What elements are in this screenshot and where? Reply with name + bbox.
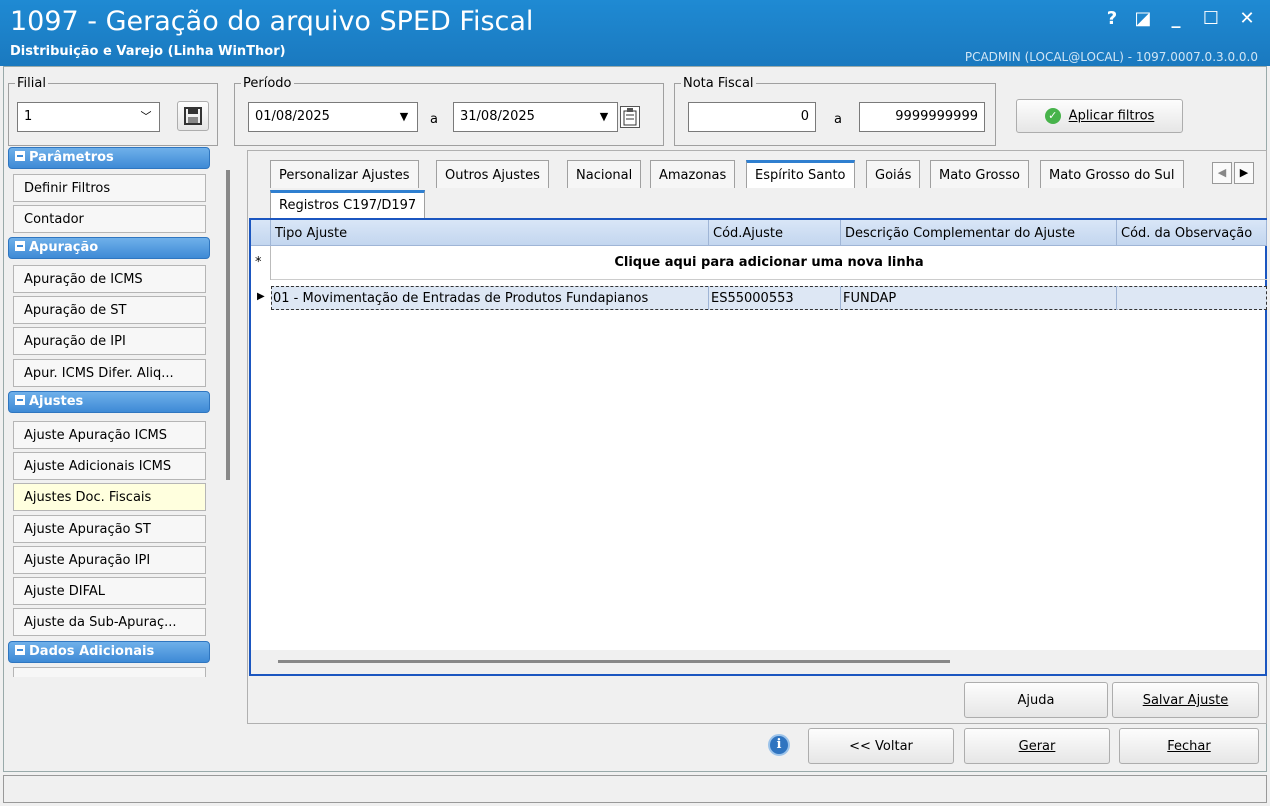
fechar-button[interactable]: Fechar — [1119, 728, 1259, 764]
dropdown-arrow-icon[interactable]: ▼ — [595, 108, 613, 126]
aplicar-filtros-label: Aplicar filtros — [1068, 108, 1155, 124]
column-header-descricao[interactable]: Descrição Complementar do Ajuste — [841, 220, 1117, 246]
scrollbar-thumb[interactable] — [278, 660, 950, 663]
periodo-separator: a — [430, 112, 438, 127]
window-title: 1097 - Geração do arquivo SPED Fiscal — [10, 6, 534, 37]
data-fim-field[interactable]: 31/08/2025 ▼ — [453, 102, 618, 132]
sidebar-scrollbar[interactable] — [226, 170, 230, 480]
horizontal-scrollbar[interactable] — [251, 650, 1265, 674]
group-label: Parâmetros — [29, 150, 114, 165]
filial-select[interactable]: 1 ﹀ — [17, 102, 160, 132]
tab-scroll-right-icon[interactable]: ▶ — [1234, 162, 1254, 184]
nota-fiscal-label: Nota Fiscal — [683, 76, 754, 91]
tab-outros-ajustes[interactable]: Outros Ajustes — [436, 160, 549, 188]
ajuda-button[interactable]: Ajuda — [964, 682, 1108, 718]
minimize-icon[interactable]: _ — [1163, 8, 1189, 30]
sidebar-item-ajuste-apuracao-st[interactable]: Ajuste Apuração ST — [13, 515, 206, 543]
tab-mato-grosso[interactable]: Mato Grosso — [930, 160, 1029, 188]
sidebar-item-ajuste-adicionais-icms[interactable]: Ajuste Adicionais ICMS — [13, 452, 206, 480]
row-indicator-header — [251, 220, 271, 246]
nota-separator: a — [834, 112, 842, 127]
periodo-label: Período — [243, 76, 292, 91]
group-dados-adicionais[interactable]: Dados Adicionais — [8, 641, 210, 663]
sidebar-item-ajuste-apuracao-ipi[interactable]: Ajuste Apuração IPI — [13, 546, 206, 574]
tab-mato-grosso-do-sul[interactable]: Mato Grosso do Sul — [1040, 160, 1184, 188]
cell-descricao[interactable]: FUNDAP — [843, 291, 1115, 306]
collapse-icon[interactable] — [15, 645, 25, 655]
current-row-icon: ▶ — [257, 291, 265, 302]
group-label: Dados Adicionais — [29, 644, 155, 659]
tab-espirito-santo[interactable]: Espírito Santo — [746, 160, 855, 188]
sidebar-item-ajuste-sub-apuracao[interactable]: Ajuste da Sub-Apuraç... — [13, 608, 206, 636]
chevron-down-icon[interactable]: ﹀ — [137, 108, 155, 126]
tab-amazonas[interactable]: Amazonas — [650, 160, 736, 188]
column-header-cod-ajuste[interactable]: Cód.Ajuste — [709, 220, 841, 246]
data-inicio-field[interactable]: 01/08/2025 ▼ — [248, 102, 418, 132]
sidebar-item-ajuste-difal[interactable]: Ajuste DIFAL — [13, 577, 206, 605]
sidebar-item-ajuste-apuracao-icms[interactable]: Ajuste Apuração ICMS — [13, 421, 206, 449]
sidebar-item-definir-filtros[interactable]: Definir Filtros — [13, 174, 206, 202]
sidebar-item-apuracao-icms[interactable]: Apuração de ICMS — [13, 265, 206, 293]
user-info: PCADMIN (LOCAL@LOCAL) - 1097.0007.0.3.0.… — [964, 50, 1258, 64]
collapse-icon[interactable] — [15, 395, 25, 405]
data-grid[interactable]: Tipo Ajuste Cód.Ajuste Descrição Complem… — [249, 218, 1267, 676]
dropdown-arrow-icon[interactable]: ▼ — [395, 108, 413, 126]
sidebar-item-partial — [13, 667, 206, 677]
col-divider — [840, 286, 841, 310]
tab-personalizar-ajustes[interactable]: Personalizar Ajustes — [270, 160, 419, 188]
gerar-button[interactable]: Gerar — [964, 728, 1110, 764]
data-fim-value: 31/08/2025 — [460, 109, 535, 124]
column-header-tipo-ajuste[interactable]: Tipo Ajuste — [271, 220, 709, 246]
nota-inicio-field[interactable]: 0 — [688, 102, 816, 132]
help-icon[interactable]: ? — [1099, 8, 1125, 30]
group-label: Apuração — [29, 240, 99, 255]
sidebar-item-contador[interactable]: Contador — [13, 205, 206, 233]
data-inicio-value: 01/08/2025 — [255, 109, 330, 124]
filial-value: 1 — [24, 109, 33, 124]
group-parametros[interactable]: Parâmetros — [8, 147, 210, 169]
col-divider — [1116, 286, 1117, 310]
collapse-icon[interactable] — [15, 241, 25, 251]
voltar-button[interactable]: << Voltar — [808, 728, 954, 764]
title-bar: 1097 - Geração do arquivo SPED Fiscal Di… — [0, 0, 1270, 66]
close-icon[interactable]: ✕ — [1234, 8, 1260, 30]
cell-tipo-ajuste[interactable]: 01 - Movimentação de Entradas de Produto… — [273, 291, 707, 306]
new-row-marker: * — [251, 246, 271, 280]
group-apuracao[interactable]: Apuração — [8, 237, 210, 259]
window-subtitle: Distribuição e Varejo (Linha WinThor) — [10, 44, 286, 59]
tab-scroll-left-icon[interactable]: ◀ — [1212, 162, 1232, 184]
check-icon: ✓ — [1044, 108, 1061, 124]
sidebar-item-ajustes-doc-fiscais[interactable]: Ajustes Doc. Fiscais — [13, 483, 206, 511]
tab-goias[interactable]: Goiás — [866, 160, 921, 188]
sidebar-item-apuracao-st[interactable]: Apuração de ST — [13, 296, 206, 324]
filial-label: Filial — [17, 76, 46, 91]
sidebar-item-apur-icms-difer[interactable]: Apur. ICMS Difer. Aliq... — [13, 359, 206, 387]
info-icon[interactable]: i — [768, 734, 790, 756]
add-new-row[interactable]: Clique aqui para adicionar uma nova linh… — [271, 246, 1267, 280]
sidebar-item-apuracao-ipi[interactable]: Apuração de IPI — [13, 327, 206, 355]
save-icon[interactable] — [177, 101, 209, 131]
group-ajustes[interactable]: Ajustes — [8, 391, 210, 413]
column-header-cod-observacao[interactable]: Cód. da Observação — [1117, 220, 1267, 246]
maximize-icon[interactable]: ☐ — [1198, 8, 1224, 30]
nota-fim-field[interactable]: 9999999999 — [859, 102, 985, 132]
subtab-registros-c197[interactable]: Registros C197/D197 — [270, 190, 426, 218]
col-divider — [708, 286, 709, 310]
collapse-icon[interactable] — [15, 151, 25, 161]
status-bar — [3, 775, 1267, 803]
cell-cod-ajuste[interactable]: ES55000553 — [711, 291, 839, 306]
tab-nacional[interactable]: Nacional — [567, 160, 642, 188]
salvar-ajuste-button[interactable]: Salvar Ajuste — [1112, 682, 1259, 718]
group-label: Ajustes — [29, 394, 84, 409]
aplicar-filtros-button[interactable]: ✓ Aplicar filtros — [1016, 99, 1183, 133]
restore-icon[interactable]: ◪ — [1130, 8, 1156, 30]
calendar-icon[interactable] — [620, 106, 640, 128]
